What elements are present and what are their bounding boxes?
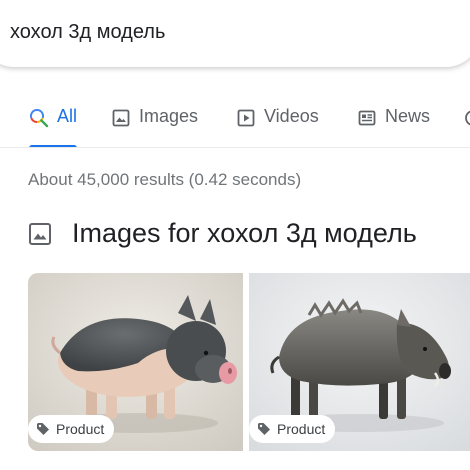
image-result-boar[interactable]: Product (249, 273, 470, 451)
tab-images[interactable]: Images (111, 106, 198, 148)
image-icon (28, 222, 52, 246)
search-bar[interactable]: хохол 3д модель (0, 0, 470, 67)
tag-icon (36, 422, 50, 436)
search-icon (29, 108, 49, 128)
product-badge: Product (249, 415, 336, 443)
tab-more[interactable] (463, 106, 470, 148)
images-section-title[interactable]: Images for хохол 3д модель (72, 218, 417, 249)
tab-images-label: Images (139, 106, 199, 126)
tab-news-label: News (385, 106, 431, 126)
search-query-text[interactable]: хохол 3д модель (10, 21, 165, 44)
play-icon (236, 108, 256, 128)
tag-icon (257, 422, 271, 436)
tab-all[interactable]: All (29, 106, 77, 148)
tab-videos[interactable]: Videos (236, 106, 319, 148)
images-section-header: Images for хохол 3д модель (28, 218, 417, 249)
more-icon (463, 108, 470, 128)
result-stats: About 45,000 results (0.42 seconds) (28, 170, 302, 189)
product-badge-label: Product (277, 421, 326, 437)
product-badge: Product (28, 415, 115, 443)
tab-news[interactable]: News (357, 106, 430, 148)
tab-videos-label: Videos (264, 106, 319, 126)
image-result-pig[interactable]: Product (28, 273, 243, 451)
tabs-divider (0, 147, 470, 148)
search-tabs: All Images Videos News (0, 96, 470, 148)
tab-all-label: All (57, 106, 78, 126)
newspaper-icon (357, 108, 377, 128)
image-icon (111, 108, 131, 128)
product-badge-label: Product (56, 421, 105, 437)
